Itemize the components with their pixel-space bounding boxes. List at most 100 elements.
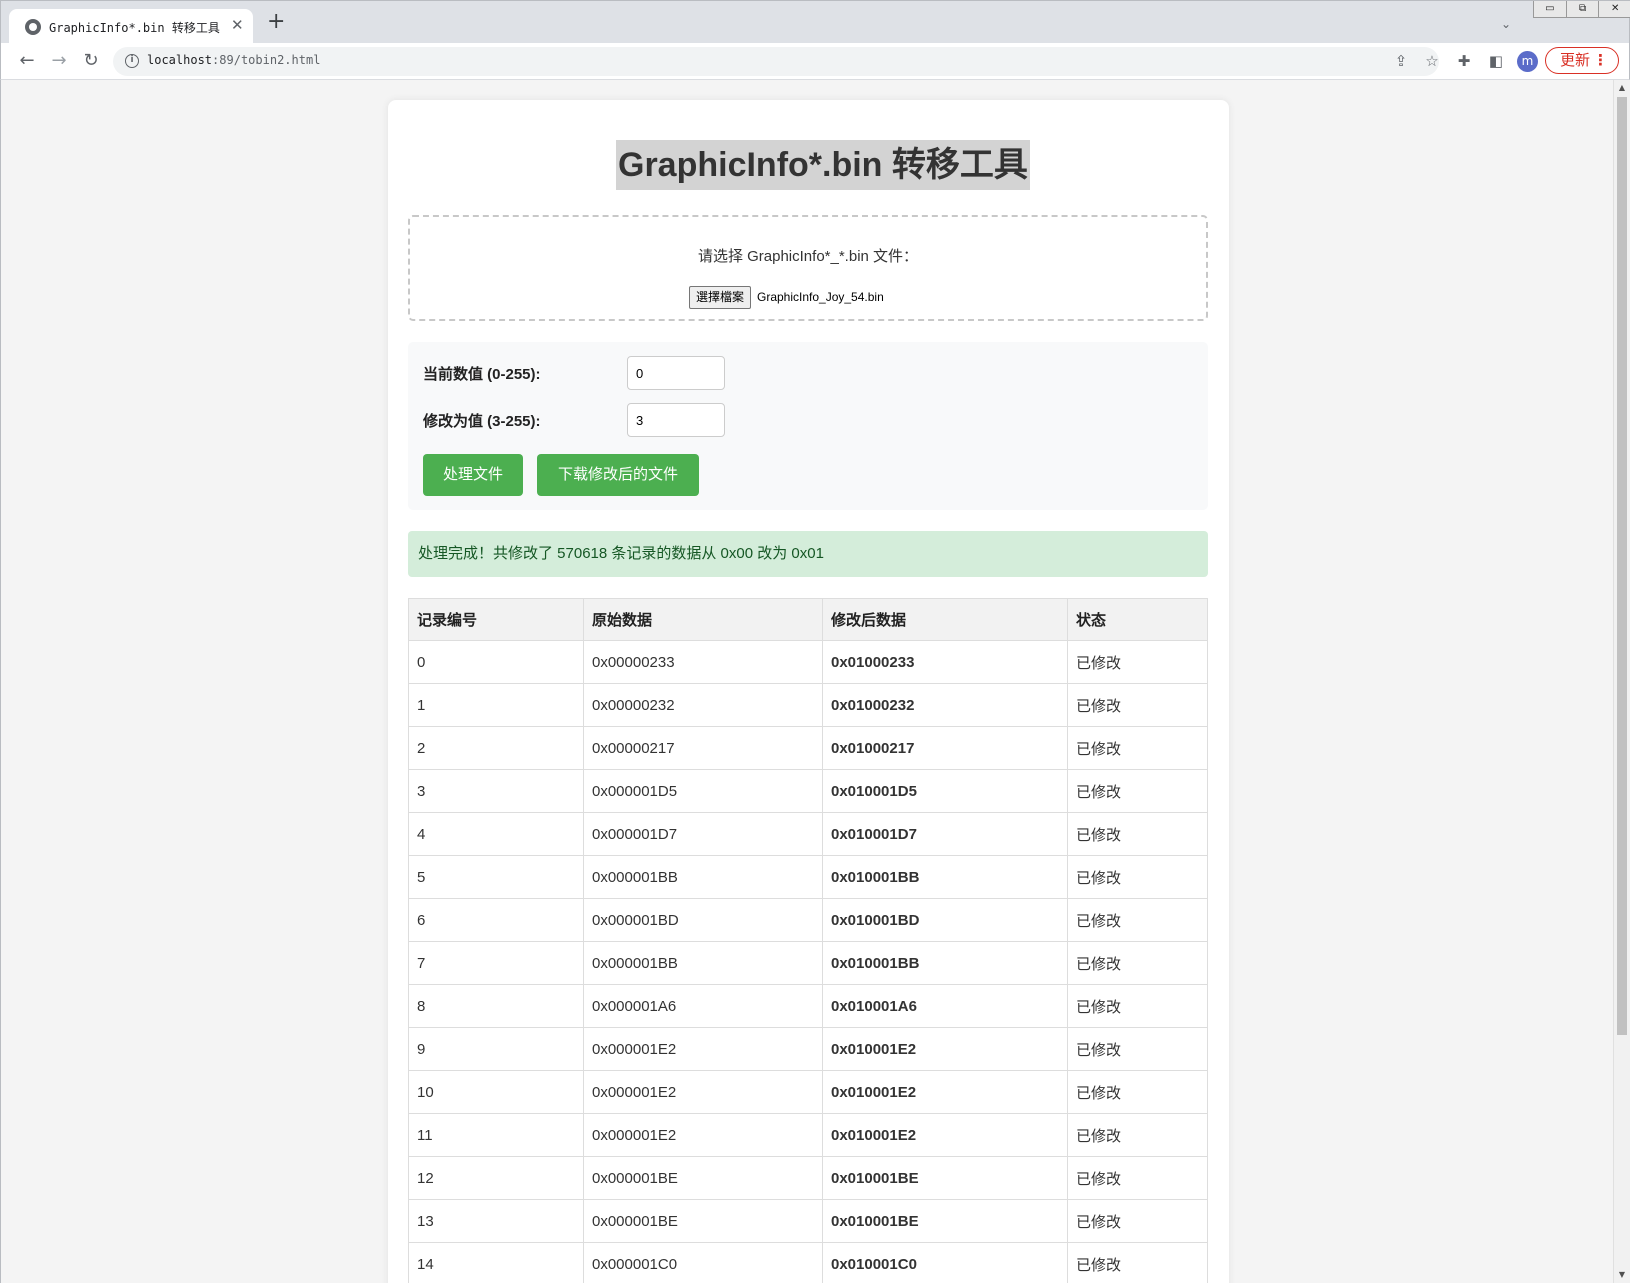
share-icon[interactable]: ⇪ xyxy=(1391,51,1411,71)
table-row: 2 0x00000217 0x01000217 已修改 xyxy=(408,726,1208,770)
tab-strip: GraphicInfo*.bin 转移工具 ✕ + ⌄ ▭ ⧉ ✕ xyxy=(0,0,1630,44)
status-cell: 已修改 xyxy=(1067,898,1208,942)
original-data: 0x000001C0 xyxy=(583,1242,823,1283)
upload-label: 请选择 GraphicInfo*_*.bin 文件： xyxy=(697,248,919,265)
forward-icon[interactable]: → xyxy=(47,49,71,73)
close-icon[interactable]: ✕ xyxy=(231,17,244,33)
upload-area: 请选择 GraphicInfo*_*.bin 文件： 選擇檔案 GraphicI… xyxy=(408,215,1208,321)
modified-data: 0x010001D5 xyxy=(822,769,1068,813)
table-row: 12 0x000001BE 0x010001BE 已修改 xyxy=(408,1156,1208,1200)
browser-tab[interactable]: GraphicInfo*.bin 转移工具 ✕ xyxy=(9,9,253,44)
scroll-thumb[interactable] xyxy=(1617,97,1627,1035)
info-icon[interactable]: i xyxy=(125,54,139,68)
record-id: 1 xyxy=(408,683,584,727)
original-data: 0x000001E2 xyxy=(583,1027,823,1071)
main-container: GraphicInfo*.bin 转移工具 请选择 GraphicInfo*_*… xyxy=(388,100,1229,1283)
table-row: 11 0x000001E2 0x010001E2 已修改 xyxy=(408,1113,1208,1157)
url-text[interactable]: localhost:89/tobin2.html xyxy=(147,53,320,67)
records-table: 记录编号 原始数据 修改后数据 状态 0 0x00000233 0x01000233… xyxy=(408,598,1208,1283)
status-cell: 已修改 xyxy=(1067,941,1208,985)
window-close-button[interactable]: ✕ xyxy=(1599,1,1630,17)
globe-icon xyxy=(25,19,41,35)
modified-data: 0x010001BE xyxy=(822,1156,1068,1200)
modified-data: 0x010001C0 xyxy=(822,1242,1068,1283)
status-cell: 已修改 xyxy=(1067,1242,1208,1283)
status-cell: 已修改 xyxy=(1067,1156,1208,1200)
status-cell: 已修改 xyxy=(1067,769,1208,813)
chevron-down-icon[interactable]: ⌄ xyxy=(1501,17,1511,31)
status-cell: 已修改 xyxy=(1067,855,1208,899)
address-bar[interactable]: i localhost:89/tobin2.html ⇪ ☆ xyxy=(113,47,1439,76)
extensions-icon[interactable]: ✚ xyxy=(1454,51,1474,71)
reload-icon[interactable]: ↻ xyxy=(79,49,103,73)
record-id: 10 xyxy=(408,1070,584,1114)
minimize-button[interactable]: ▭ xyxy=(1534,1,1567,17)
original-data: 0x000001BB xyxy=(583,855,823,899)
modified-data: 0x010001BE xyxy=(822,1199,1068,1243)
table-row: 13 0x000001BE 0x010001BE 已修改 xyxy=(408,1199,1208,1243)
record-id: 0 xyxy=(408,640,584,684)
table-row: 0 0x00000233 0x01000233 已修改 xyxy=(408,640,1208,684)
scroll-up-arrow-icon[interactable]: ▲ xyxy=(1614,80,1630,96)
table-row: 4 0x000001D7 0x010001D7 已修改 xyxy=(408,812,1208,856)
table-row: 1 0x00000232 0x01000232 已修改 xyxy=(408,683,1208,727)
modified-data: 0x010001BB xyxy=(822,941,1068,985)
original-data: 0x000001BE xyxy=(583,1199,823,1243)
avatar[interactable]: m xyxy=(1517,51,1538,72)
more-vert-icon: ⋮ xyxy=(1593,51,1608,69)
browser-toolbar: ← → ↻ i localhost:89/tobin2.html ⇪ ☆ ✚ ◧… xyxy=(0,43,1630,80)
status-cell: 已修改 xyxy=(1067,726,1208,770)
status-cell: 已修改 xyxy=(1067,1027,1208,1071)
url-host: localhost xyxy=(147,53,213,67)
process-file-button[interactable]: 处理文件 xyxy=(423,454,523,496)
original-data: 0x000001BD xyxy=(583,898,823,942)
record-id: 7 xyxy=(408,941,584,985)
modified-data: 0x010001BB xyxy=(822,855,1068,899)
table-row: 10 0x000001E2 0x010001E2 已修改 xyxy=(408,1070,1208,1114)
original-data: 0x000001BB xyxy=(583,941,823,985)
modified-data: 0x010001BD xyxy=(822,898,1068,942)
url-path: /tobin2.html xyxy=(233,53,321,67)
url-port: :89 xyxy=(212,53,234,67)
side-panel-icon[interactable]: ◧ xyxy=(1486,51,1506,71)
table-row: 14 0x000001C0 0x010001C0 已修改 xyxy=(408,1242,1208,1283)
vertical-scrollbar[interactable]: ▲ ▼ xyxy=(1613,80,1630,1283)
header-modified-data: 修改后数据 xyxy=(822,598,1068,641)
settings-panel: 当前数值 (0-255): 修改为值 (3-255): 处理文件 下载修改后的文… xyxy=(408,342,1208,510)
record-id: 14 xyxy=(408,1242,584,1283)
header-original-data: 原始数据 xyxy=(583,598,823,641)
choose-file-button[interactable]: 選擇檔案 xyxy=(689,286,752,309)
original-data: 0x000001D7 xyxy=(583,812,823,856)
original-data: 0x000001E2 xyxy=(583,1113,823,1157)
update-button[interactable]: 更新 ⋮ xyxy=(1545,47,1619,74)
status-cell: 已修改 xyxy=(1067,812,1208,856)
back-icon[interactable]: ← xyxy=(15,49,39,73)
restore-button[interactable]: ⧉ xyxy=(1567,1,1600,17)
tab-title: GraphicInfo*.bin 转移工具 xyxy=(49,21,220,35)
modified-data: 0x01000217 xyxy=(822,726,1068,770)
record-id: 11 xyxy=(408,1113,584,1157)
current-value-label: 当前数值 (0-255): xyxy=(423,366,541,383)
status-cell: 已修改 xyxy=(1067,640,1208,684)
table-row: 3 0x000001D5 0x010001D5 已修改 xyxy=(408,769,1208,813)
window-controls: ▭ ⧉ ✕ xyxy=(1533,1,1630,18)
modified-data: 0x010001A6 xyxy=(822,984,1068,1028)
original-data: 0x000001D5 xyxy=(583,769,823,813)
current-value-input[interactable] xyxy=(627,356,725,390)
original-data: 0x000001E2 xyxy=(583,1070,823,1114)
status-cell: 已修改 xyxy=(1067,984,1208,1028)
download-file-button[interactable]: 下载修改后的文件 xyxy=(537,454,699,496)
table-row: 7 0x000001BB 0x010001BB 已修改 xyxy=(408,941,1208,985)
modified-data: 0x01000233 xyxy=(822,640,1068,684)
modified-data: 0x010001E2 xyxy=(822,1027,1068,1071)
scroll-down-arrow-icon[interactable]: ▼ xyxy=(1614,1267,1630,1283)
page-viewport: GraphicInfo*.bin 转移工具 请选择 GraphicInfo*_*… xyxy=(0,80,1630,1283)
star-icon[interactable]: ☆ xyxy=(1422,51,1442,71)
new-tab-button[interactable]: + xyxy=(267,11,285,33)
new-value-input[interactable] xyxy=(627,403,725,437)
new-value-label: 修改为值 (3-255): xyxy=(423,413,541,430)
record-id: 3 xyxy=(408,769,584,813)
record-id: 8 xyxy=(408,984,584,1028)
status-cell: 已修改 xyxy=(1067,683,1208,727)
table-row: 5 0x000001BB 0x010001BB 已修改 xyxy=(408,855,1208,899)
